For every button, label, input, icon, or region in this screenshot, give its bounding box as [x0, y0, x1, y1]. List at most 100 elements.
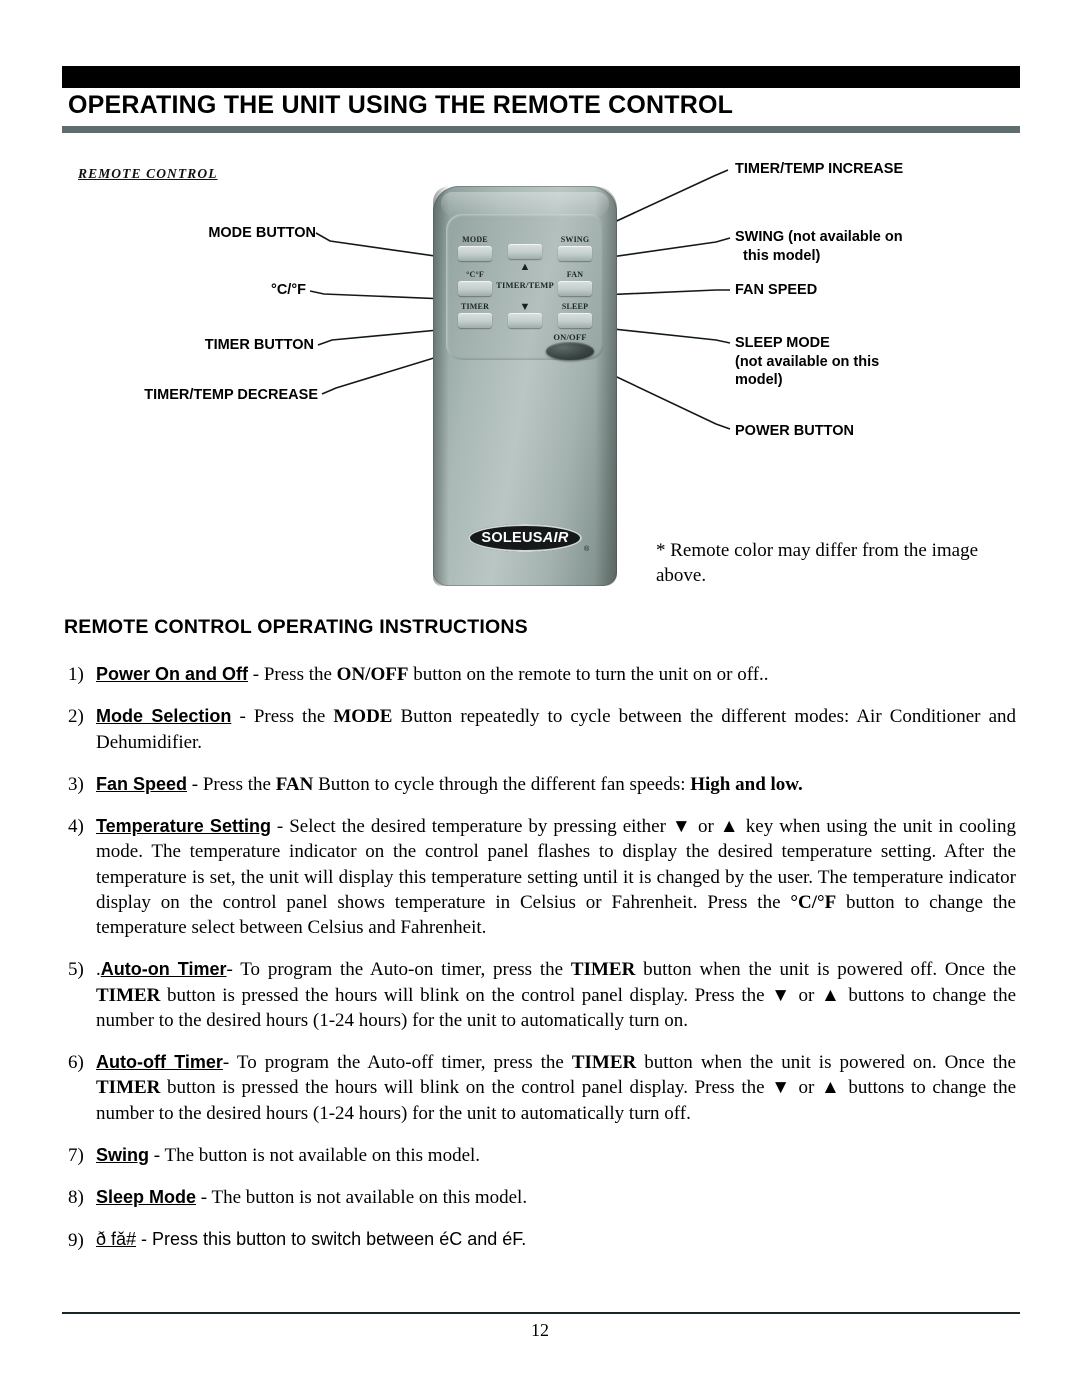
- list-item: 6) Auto-off Timer- To program the Auto-o…: [64, 1050, 1016, 1126]
- item-term: Sleep Mode: [96, 1187, 197, 1208]
- on-off-key-label: ON/OFF: [553, 332, 587, 342]
- page-number: 12: [531, 1320, 549, 1340]
- callout-timer-temp-increase-label: TIMER/TEMP INCREASE: [735, 161, 904, 177]
- item-text-a: Press the: [253, 706, 334, 728]
- sleep-key-label: SLEEP: [561, 302, 589, 311]
- item-text-a: Press the: [202, 773, 276, 795]
- soleus-air-logo-text: SOLEUSAIR: [481, 530, 568, 546]
- callout-power-button-label: POWER BUTTON: [735, 423, 854, 439]
- deg-cf-key-label: °C°F: [466, 270, 484, 279]
- item-dash: -: [136, 1228, 153, 1249]
- item-text-a: To program the Auto-off timer, press the: [236, 1052, 572, 1074]
- item-body: Auto-off Timer- To program the Auto-off …: [96, 1050, 1016, 1126]
- list-item: 3) Fan Speed - Press the FAN Button to c…: [64, 772, 1016, 797]
- swing-key-label: SWING: [560, 235, 590, 244]
- item-text-b: button on the remote to turn the unit on…: [408, 664, 769, 685]
- down-arrow-glyph: ▼: [519, 301, 531, 313]
- timer-key-label: TIMER: [460, 302, 490, 311]
- item-body: Swing - The button is not available on t…: [96, 1143, 1016, 1168]
- item-bold-a: ON/OFF: [336, 664, 409, 685]
- mode-key-label: MODE: [462, 235, 488, 244]
- item-number: 6): [68, 1052, 84, 1074]
- callout-celsius-fahrenheit-label: °C/°F: [271, 282, 306, 298]
- item-text-a: The button is not available on this mode…: [164, 1144, 481, 1166]
- item-dash: -: [222, 1052, 237, 1074]
- item-dash: -: [270, 816, 290, 838]
- item-text-b: button when the unit is powered on. Once…: [636, 1052, 1016, 1074]
- item-body: ð fǎ# - Press this button to switch betw…: [96, 1228, 1016, 1253]
- list-item: 5) .Auto-on Timer- To program the Auto-o…: [64, 957, 1016, 1033]
- item-term: Temperature Setting: [96, 816, 271, 837]
- footer-rule: [62, 1312, 1020, 1314]
- power-key[interactable]: [546, 342, 594, 360]
- timer-temp-label: TIMER/TEMP: [496, 280, 554, 290]
- mode-key[interactable]: [458, 246, 492, 261]
- list-item: 1) Power On and Off - Press the ON/OFF b…: [64, 662, 1016, 687]
- list-item: 4) Temperature Setting - Select the desi…: [64, 814, 1016, 940]
- swing-key[interactable]: [558, 246, 592, 261]
- timer-key[interactable]: [458, 313, 492, 328]
- item-dash: -: [226, 959, 241, 981]
- registered-trademark-symbol: ®: [584, 546, 590, 553]
- item-term: Auto-on Timer: [100, 959, 227, 980]
- timer-temp-increase-key[interactable]: [508, 244, 542, 259]
- figure-color-note: * Remote color may differ from the image…: [656, 540, 979, 587]
- item-body: Mode Selection - Press the MODE Button r…: [96, 704, 1016, 755]
- list-item: 9) ð fǎ# - Press this button to switch b…: [64, 1228, 1016, 1253]
- callout-timer-temp-increase: TIMER/TEMP INCREASE: [735, 160, 1015, 179]
- item-term: ð fǎ#: [96, 1228, 137, 1249]
- item-number: 4): [68, 816, 84, 838]
- item-text-a: Press this button to switch between éC a…: [152, 1228, 527, 1249]
- item-bold-b: High and low.: [690, 773, 803, 795]
- item-dash: -: [248, 664, 264, 685]
- deg-cf-key[interactable]: [458, 281, 492, 296]
- fan-key[interactable]: [558, 281, 592, 296]
- item-bold-a: TIMER: [570, 959, 636, 981]
- callout-mode-button-label: MODE BUTTON: [208, 225, 316, 241]
- callout-timer-button-label: TIMER BUTTON: [204, 337, 314, 353]
- item-bold-a: °C/°F: [790, 891, 837, 913]
- item-number: 5): [68, 959, 84, 981]
- item-number: 2): [68, 706, 84, 728]
- callout-sleep-mode-sublabel: (not available on this: [735, 353, 880, 370]
- instructions-heading: REMOTE CONTROL OPERATING INSTRUCTIONS: [64, 616, 528, 638]
- item-bold-b: TIMER: [96, 984, 161, 1006]
- list-item: 8) Sleep Mode - The button is not availa…: [64, 1185, 1016, 1210]
- callout-power-button: POWER BUTTON: [735, 422, 985, 441]
- callout-sleep-mode-label: SLEEP MODE: [735, 335, 830, 351]
- item-bold-a: TIMER: [571, 1052, 637, 1074]
- item-bold-a: FAN: [275, 773, 314, 795]
- item-number: 1): [68, 664, 84, 685]
- item-text-b: Button to cycle through the different fa…: [313, 773, 691, 795]
- item-text-a: To program the Auto-on timer, press the: [240, 959, 571, 981]
- fan-key-label: FAN: [566, 270, 584, 279]
- item-bold-b: TIMER: [96, 1077, 161, 1099]
- item-dash: -: [231, 706, 254, 728]
- item-text-c: button is pressed the hours will blink o…: [96, 984, 1016, 1031]
- up-arrow-glyph: ▲: [519, 261, 531, 273]
- callout-swing-label: SWING (not available on: [735, 229, 903, 245]
- item-term: Swing: [96, 1144, 149, 1165]
- item-bold-a: MODE: [333, 706, 393, 728]
- item-body: Fan Speed - Press the FAN Button to cycl…: [96, 772, 1016, 797]
- callout-fan-speed: FAN SPEED: [735, 281, 985, 300]
- soleus-air-logo: SOLEUSAIR: [468, 524, 582, 552]
- callout-swing-sublabel: this model): [743, 247, 821, 264]
- item-body: .Auto-on Timer- To program the Auto-on t…: [96, 957, 1016, 1033]
- item-body: Power On and Off - Press the ON/OFF butt…: [96, 662, 1016, 687]
- logo-soleus-text: SOLEUS: [481, 530, 543, 546]
- item-term: Auto-off Timer: [96, 1052, 223, 1073]
- callout-celsius-fahrenheit: °C/°F: [104, 281, 306, 300]
- item-term: Mode Selection: [96, 706, 232, 727]
- remote-control-device: MODE ▲ SWING °C°F TIMER/TEMP FAN TIMER ▼…: [433, 186, 617, 586]
- list-item: 7) Swing - The button is not available o…: [64, 1143, 1016, 1168]
- sleep-key[interactable]: [558, 313, 592, 328]
- item-dash: -: [196, 1187, 212, 1209]
- instructions-list: 1) Power On and Off - Press the ON/OFF b…: [64, 662, 1016, 1253]
- callout-sleep-mode-sublabel2: model): [735, 372, 783, 389]
- item-dash: -: [187, 773, 203, 795]
- remote-keypad-panel: MODE ▲ SWING °C°F TIMER/TEMP FAN TIMER ▼…: [446, 214, 604, 360]
- item-text-c: button is pressed the hours will blink o…: [96, 1077, 1016, 1124]
- timer-temp-decrease-key[interactable]: [508, 313, 542, 328]
- callout-timer-temp-decrease-label: TIMER/TEMP DECREASE: [144, 387, 318, 403]
